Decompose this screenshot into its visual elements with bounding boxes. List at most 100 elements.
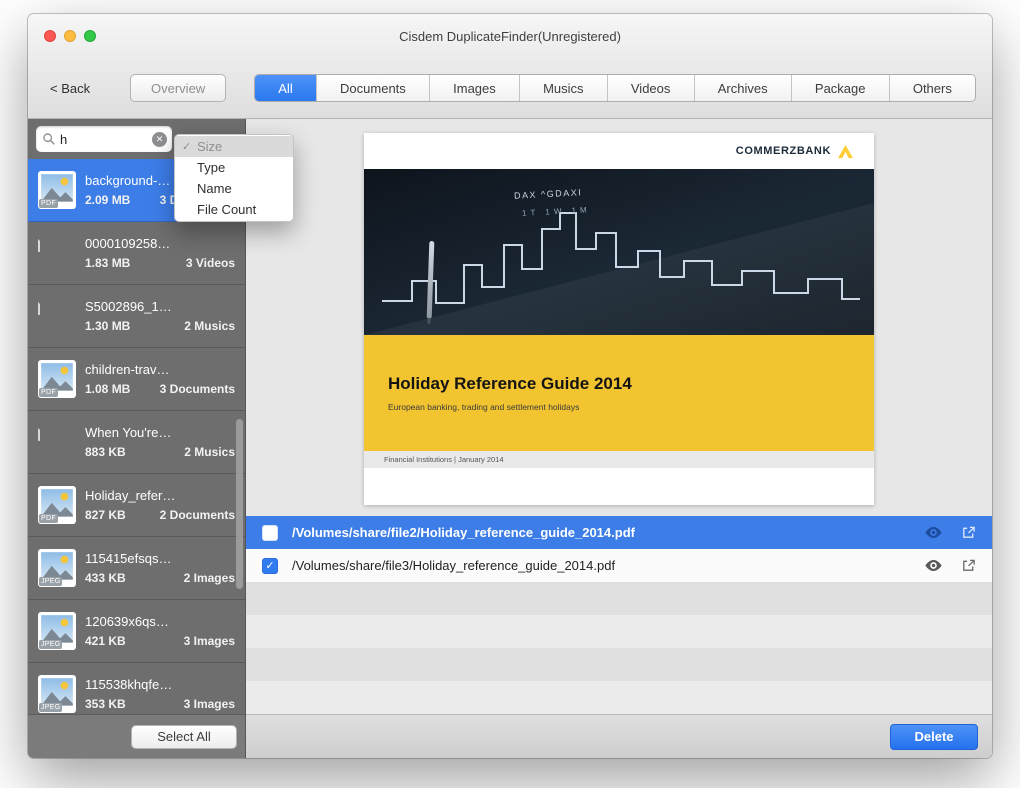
- file-size: 1.08 MB: [85, 382, 131, 396]
- file-row[interactable]: /Volumes/share/file2/Holiday_reference_g…: [246, 516, 992, 549]
- tab-videos[interactable]: Videos: [606, 75, 694, 101]
- title-banner: Holiday Reference Guide 2014 European ba…: [364, 335, 874, 451]
- search-value: h: [60, 131, 68, 147]
- file-size: 353 KB: [85, 697, 126, 711]
- titlebar: Cisdem DuplicateFinder(Unregistered): [28, 14, 992, 58]
- preview-title: Holiday Reference Guide 2014: [388, 374, 632, 393]
- preview-eye-icon[interactable]: [924, 559, 943, 572]
- sidebar-scrollbar[interactable]: [236, 419, 243, 589]
- main-panel: COMMERZBANK DAX ^GDAXI 1T 1W 1M Holiday …: [246, 119, 992, 758]
- tab-musics[interactable]: Musics: [518, 75, 607, 101]
- list-item[interactable]: 0000109258… 1.83 MB 3 Videos: [28, 222, 245, 285]
- preview-eye-icon[interactable]: [924, 526, 943, 539]
- close-window-button[interactable]: [44, 30, 56, 42]
- duplicate-group-list: PDF background-… 2.09 MB 3 Documents: [28, 159, 245, 714]
- list-item[interactable]: PDF Holiday_refer… 827 KB 2 Documents: [28, 474, 245, 537]
- zoom-window-button[interactable]: [84, 30, 96, 42]
- toolbar: < Back Overview All Documents Images Mus…: [28, 58, 992, 118]
- file-count: 2 Musics: [184, 445, 235, 459]
- pdf-thumbnail-icon: PDF: [38, 360, 76, 398]
- file-count: 3 Images: [183, 634, 235, 648]
- file-row[interactable]: ✓ /Volumes/share/file3/Holiday_reference…: [246, 549, 992, 582]
- file-name: 0000109258…: [85, 236, 171, 251]
- file-size: 827 KB: [85, 508, 126, 522]
- empty-row: [246, 582, 992, 615]
- file-type-badge: JPEG: [39, 703, 63, 712]
- list-item[interactable]: JPEG 120639x6qs… 421 KB 3 Images: [28, 600, 245, 663]
- document-icon: [38, 422, 76, 461]
- search-icon: [43, 133, 55, 145]
- clear-search-icon[interactable]: ✕: [152, 131, 167, 147]
- tab-archives[interactable]: Archives: [693, 75, 791, 101]
- file-type-badge: JPEG: [39, 640, 63, 649]
- file-count: 2 Images: [183, 571, 235, 585]
- preview-footer-note: Financial Institutions | January 2014: [364, 451, 874, 468]
- window-chrome: Cisdem DuplicateFinder(Unregistered) < B…: [28, 14, 992, 119]
- file-size: 1.30 MB: [85, 319, 131, 333]
- minimize-window-button[interactable]: [64, 30, 76, 42]
- commerzbank-logo-text: COMMERZBANK: [735, 145, 831, 157]
- file-name: S5002896_1…: [85, 299, 172, 314]
- main-footer: Delete: [246, 714, 992, 758]
- preview-subtitle: European banking, trading and settlement…: [388, 402, 580, 412]
- sort-menu-item-file-count[interactable]: File Count: [175, 199, 293, 220]
- document-preview: COMMERZBANK DAX ^GDAXI 1T 1W 1M Holiday …: [364, 133, 874, 505]
- file-path: /Volumes/share/file2/Holiday_reference_g…: [292, 525, 635, 540]
- file-size: 1.83 MB: [85, 256, 131, 270]
- list-item[interactable]: JPEG 115538khqfe… 353 KB 3 Images: [28, 663, 245, 714]
- file-count: 3 Documents: [159, 382, 235, 396]
- pdf-thumbnail-icon: PDF: [38, 171, 76, 209]
- sort-menu: ✓ Size Type Name File Count: [174, 134, 294, 222]
- tab-package[interactable]: Package: [790, 75, 889, 101]
- search-input[interactable]: h ✕: [36, 126, 172, 152]
- file-name: 120639x6qs…: [85, 614, 169, 629]
- overview-button[interactable]: Overview: [130, 74, 227, 102]
- file-name: 115415efsqs…: [85, 551, 172, 566]
- file-name: children-trav…: [85, 362, 170, 377]
- file-type-badge: PDF: [39, 199, 58, 208]
- select-all-button[interactable]: Select All: [131, 724, 237, 749]
- duplicate-file-rows: /Volumes/share/file2/Holiday_reference_g…: [246, 516, 992, 714]
- empty-row: [246, 681, 992, 714]
- pdf-thumbnail-icon: PDF: [38, 486, 76, 524]
- file-size: 883 KB: [85, 445, 126, 459]
- file-name: When You're…: [85, 425, 172, 440]
- content: h ✕ PDF background-… 2.09 MB 3 000010925…: [28, 119, 992, 758]
- file-type-badge: PDF: [39, 388, 58, 397]
- tab-documents[interactable]: Documents: [315, 75, 429, 101]
- list-item[interactable]: PDF children-trav… 1.08 MB 3 Documents: [28, 348, 245, 411]
- file-size: 433 KB: [85, 571, 126, 585]
- sort-menu-item-size[interactable]: ✓ Size: [175, 136, 293, 157]
- sort-menu-item-type[interactable]: Type: [175, 157, 293, 178]
- traffic-lights: [44, 14, 96, 58]
- category-tabs: All Documents Images Musics Videos Archi…: [254, 74, 976, 102]
- jpeg-thumbnail-icon: JPEG: [38, 612, 76, 650]
- desktop: Cisdem DuplicateFinder(Unregistered) < B…: [0, 0, 1020, 788]
- file-type-badge: JPEG: [39, 577, 63, 586]
- tab-others[interactable]: Others: [888, 75, 976, 101]
- file-size: 421 KB: [85, 634, 126, 648]
- file-count: 3 Videos: [185, 256, 235, 270]
- file-checkbox[interactable]: ✓: [262, 557, 278, 574]
- file-checkbox[interactable]: [262, 524, 278, 541]
- file-count: 3 Images: [183, 697, 235, 711]
- list-item[interactable]: S5002896_1… 1.30 MB 2 Musics: [28, 285, 245, 348]
- document-icon: [38, 233, 76, 272]
- delete-button[interactable]: Delete: [890, 723, 978, 750]
- empty-row: [246, 615, 992, 648]
- open-in-finder-icon[interactable]: [961, 525, 976, 540]
- back-button[interactable]: < Back: [50, 81, 90, 96]
- file-count: 2 Musics: [184, 319, 235, 333]
- sort-menu-item-name[interactable]: Name: [175, 178, 293, 199]
- jpeg-thumbnail-icon: JPEG: [38, 549, 76, 587]
- file-type-badge: PDF: [39, 514, 58, 523]
- tab-images[interactable]: Images: [428, 75, 519, 101]
- file-name: 115538khqfe…: [85, 677, 173, 692]
- list-item[interactable]: JPEG 115415efsqs… 433 KB 2 Images: [28, 537, 245, 600]
- list-item[interactable]: When You're… 883 KB 2 Musics: [28, 411, 245, 474]
- file-count: 2 Documents: [159, 508, 235, 522]
- sidebar-footer: Select All: [28, 714, 245, 758]
- tab-all[interactable]: All: [255, 75, 316, 101]
- open-in-finder-icon[interactable]: [961, 558, 976, 573]
- app-window: Cisdem DuplicateFinder(Unregistered) < B…: [28, 14, 992, 758]
